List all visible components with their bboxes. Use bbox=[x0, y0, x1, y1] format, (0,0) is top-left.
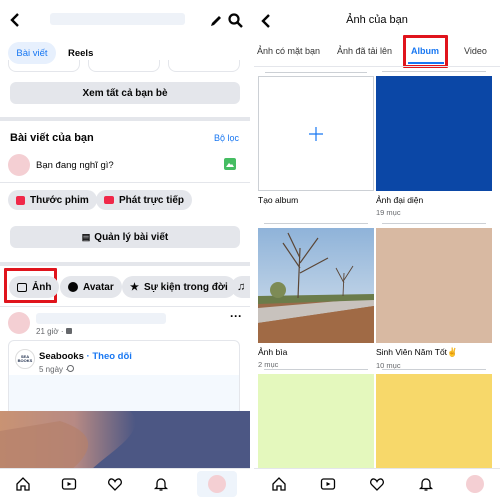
album-yellow[interactable] bbox=[376, 369, 492, 474]
album-thumb bbox=[258, 369, 374, 474]
profile-avatar[interactable] bbox=[465, 474, 485, 494]
live-icon bbox=[104, 196, 114, 204]
manage-posts-label: Quản lý bài viết bbox=[94, 231, 169, 243]
tab-uploaded[interactable]: Ảnh đã tải lên bbox=[337, 46, 392, 56]
bottom-nav bbox=[254, 468, 500, 498]
lock-icon bbox=[66, 328, 72, 334]
reels-chip[interactable]: Thước phim bbox=[8, 190, 97, 210]
section-divider bbox=[0, 117, 250, 121]
heart-icon[interactable] bbox=[105, 474, 125, 494]
album-light-green[interactable] bbox=[258, 369, 374, 474]
page-title: Ảnh của bạn bbox=[346, 14, 408, 26]
search-icon bbox=[228, 13, 243, 28]
photo-frame-icon bbox=[17, 282, 27, 292]
heart-icon[interactable] bbox=[367, 474, 387, 494]
section-divider-2 bbox=[0, 262, 250, 266]
music-icon: ♫ bbox=[237, 281, 246, 293]
home-icon[interactable] bbox=[13, 474, 33, 494]
back-arrow-icon bbox=[10, 13, 19, 27]
album-count: 19 mục bbox=[376, 208, 401, 217]
bell-icon[interactable] bbox=[151, 474, 171, 494]
edit-button[interactable] bbox=[209, 14, 223, 28]
posts-heading: Bài viết của bạn bbox=[10, 132, 94, 144]
category-avatar-label: Avatar bbox=[83, 281, 114, 293]
manage-posts-button[interactable]: ▤ Quản lý bài viết bbox=[10, 226, 240, 248]
category-life-events[interactable]: ★ Sự kiện trong đời bbox=[122, 276, 236, 298]
tab-video[interactable]: Video bbox=[464, 46, 487, 56]
tab-photos-of-you[interactable]: Ảnh có mặt bạn bbox=[257, 46, 320, 56]
plus-icon bbox=[309, 126, 323, 141]
tab-album[interactable]: Album bbox=[411, 46, 439, 56]
blurred-profile-name bbox=[50, 13, 185, 25]
live-chip[interactable]: Phát trực tiếp bbox=[96, 190, 193, 210]
composer-divider bbox=[0, 182, 250, 183]
home-icon[interactable] bbox=[269, 474, 289, 494]
star-icon: ★ bbox=[130, 281, 139, 293]
post-image[interactable] bbox=[0, 411, 250, 471]
your-photos-panel: Ảnh của bạn Ảnh có mặt bạn Ảnh đã tải lê… bbox=[254, 0, 500, 498]
reels-chip-label: Thước phim bbox=[30, 194, 89, 206]
pencil-icon bbox=[211, 16, 221, 26]
categories-divider bbox=[0, 306, 250, 307]
follow-link[interactable]: · Theo dõi bbox=[87, 351, 132, 362]
active-tab-underline bbox=[408, 62, 444, 64]
album-title: Tạo album bbox=[258, 195, 299, 205]
composer-input[interactable]: Bạn đang nghĩ gì? bbox=[36, 160, 114, 171]
post-author-blurred bbox=[36, 313, 166, 324]
see-all-friends-button[interactable]: Xem tất cả bạn bè bbox=[10, 82, 240, 104]
album-thumb bbox=[376, 369, 492, 474]
shared-author[interactable]: Seabooks bbox=[39, 351, 84, 362]
post-time: 21 giờ · bbox=[36, 327, 64, 336]
category-avatar[interactable]: Avatar bbox=[60, 276, 122, 298]
album-title: Ảnh đại diện bbox=[376, 195, 424, 205]
profile-avatar[interactable] bbox=[197, 470, 237, 497]
tab-reels[interactable]: Reels bbox=[68, 48, 93, 59]
album-thumb bbox=[376, 71, 492, 191]
album-thumb bbox=[258, 223, 374, 343]
more-options-icon[interactable]: ··· bbox=[230, 309, 242, 323]
album-student[interactable]: Sinh Viên Năm Tốt✌ 10 mục bbox=[376, 223, 492, 370]
album-create[interactable]: Tạo album bbox=[258, 72, 374, 205]
video-icon[interactable] bbox=[59, 474, 79, 494]
album-title: Ảnh bìa bbox=[258, 347, 288, 357]
tabs-divider bbox=[254, 66, 500, 67]
category-photos[interactable]: Ảnh bbox=[9, 276, 60, 298]
album-count: 2 mục bbox=[258, 360, 279, 369]
photo-icon[interactable] bbox=[224, 158, 236, 170]
globe-icon bbox=[67, 365, 74, 372]
album-title: Sinh Viên Năm Tốt✌ bbox=[376, 347, 458, 357]
filter-link[interactable]: Bộ lọc bbox=[214, 133, 239, 143]
bottom-nav bbox=[0, 468, 250, 498]
profile-panel: Bài viết Reels Xem tất cả bạn bè Bài viế… bbox=[0, 0, 250, 498]
back-button[interactable] bbox=[8, 12, 24, 28]
category-photos-label: Ảnh bbox=[32, 281, 52, 293]
album-thumb bbox=[376, 223, 492, 343]
reel-icon bbox=[16, 195, 25, 205]
create-album-thumb[interactable] bbox=[258, 72, 374, 191]
avatar-icon bbox=[68, 282, 78, 292]
shared-time: 5 ngày · bbox=[39, 365, 68, 374]
chat-icon: ▤ bbox=[81, 231, 91, 242]
live-chip-label: Phát trực tiếp bbox=[119, 194, 185, 206]
search-button[interactable] bbox=[228, 13, 243, 28]
video-icon[interactable] bbox=[318, 474, 338, 494]
album-profile-pictures[interactable]: Ảnh đại diện 19 mục bbox=[376, 71, 492, 217]
album-cover-photos[interactable]: Ảnh bìa 2 mục bbox=[258, 223, 374, 369]
post-avatar[interactable] bbox=[8, 312, 30, 334]
category-life-events-label: Sự kiện trong đời bbox=[143, 281, 228, 293]
bell-icon[interactable] bbox=[416, 474, 436, 494]
category-music[interactable]: ♫ bbox=[231, 276, 250, 298]
seabooks-logo: SEA BOOKS bbox=[15, 349, 35, 369]
avatar[interactable] bbox=[8, 154, 30, 176]
friend-card-edges bbox=[8, 60, 242, 72]
